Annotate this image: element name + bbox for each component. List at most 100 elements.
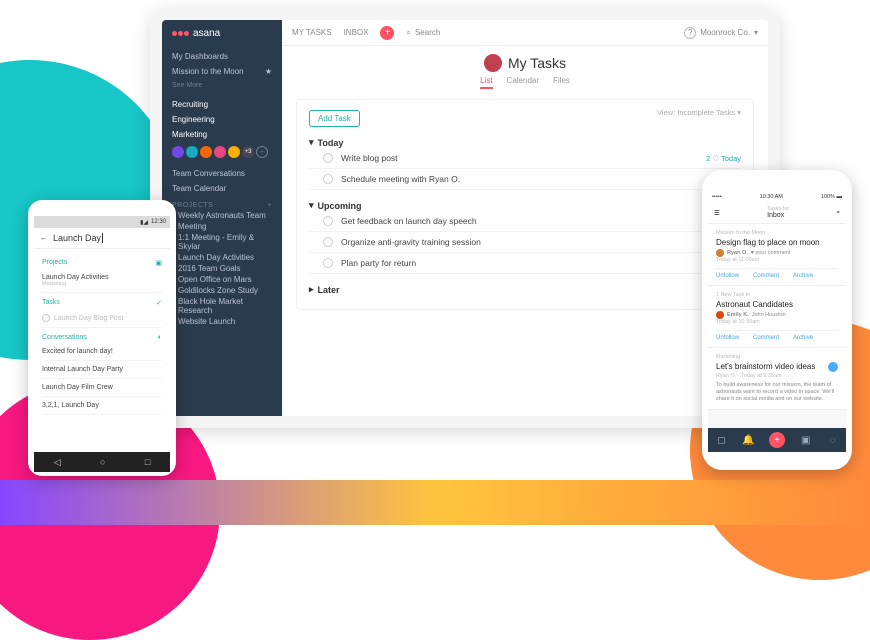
chat-icon: ◐ bbox=[158, 334, 162, 341]
sidebar-group-recruiting[interactable]: Recruiting bbox=[172, 97, 272, 112]
project-item[interactable]: Launch Day Activities bbox=[172, 253, 272, 262]
section-today[interactable]: ▾Today bbox=[309, 137, 741, 148]
favorite-label: Mission to the Moon bbox=[172, 67, 244, 76]
sidebar-see-more[interactable]: See More bbox=[172, 82, 272, 89]
tab-chat-icon[interactable]: ◌ bbox=[827, 434, 839, 446]
archive-link[interactable]: Archive bbox=[793, 273, 813, 279]
tab-notifications-icon[interactable]: 🔔 bbox=[742, 434, 754, 446]
project-item[interactable]: 2016 Team Goals bbox=[172, 264, 272, 273]
nav-inbox[interactable]: INBOX bbox=[344, 28, 369, 37]
android-nav-bar: ◁ ○ □ bbox=[34, 452, 170, 472]
task-name: Schedule meeting with Ryan O. bbox=[341, 174, 460, 184]
menu-icon[interactable]: ☰ bbox=[714, 209, 720, 217]
android-project-item[interactable]: Launch Day Activities Marketing bbox=[42, 269, 162, 293]
nav-my-tasks[interactable]: MY TASKS bbox=[292, 28, 332, 37]
unfollow-link[interactable]: Unfollow bbox=[716, 335, 739, 341]
android-search-bar: ← Launch Day bbox=[34, 228, 170, 249]
checkbox-icon[interactable] bbox=[323, 174, 333, 184]
unfollow-link[interactable]: Unfollow bbox=[716, 273, 739, 279]
project-item[interactable]: Weekly Astronauts Team bbox=[172, 211, 272, 220]
sidebar-group-marketing[interactable]: Marketing bbox=[172, 127, 272, 142]
tab-home-icon[interactable]: ◻ bbox=[715, 434, 727, 446]
project-item[interactable]: Black Hole Market Research bbox=[172, 297, 272, 315]
avatar bbox=[716, 311, 724, 319]
sidebar-projects-header: PROJECTS + bbox=[172, 202, 272, 209]
search-input[interactable]: Launch Day bbox=[53, 233, 103, 243]
project-item[interactable]: Meeting bbox=[172, 222, 272, 231]
project-item[interactable]: 1:1 Meeting - Emily & Skylar bbox=[172, 233, 272, 251]
tab-calendar[interactable]: Calendar bbox=[507, 76, 539, 89]
tab-files[interactable]: Files bbox=[553, 76, 570, 89]
caret-right-icon: ▸ bbox=[309, 284, 314, 295]
new-task-icon[interactable]: + bbox=[380, 26, 394, 40]
checkbox-icon bbox=[42, 314, 50, 322]
add-member-icon[interactable]: + bbox=[256, 146, 268, 158]
project-item[interactable]: Website Launch bbox=[172, 317, 272, 326]
project-item[interactable]: Goldilocks Zone Study bbox=[172, 286, 272, 295]
checkbox-icon[interactable] bbox=[323, 258, 333, 268]
battery: 100% ▬ bbox=[821, 194, 842, 200]
archive-link[interactable]: Archive bbox=[793, 335, 813, 341]
tab-add-icon[interactable]: + bbox=[769, 432, 785, 448]
android-frame: ▮◢ 12:30 ← Launch Day Projects▣ Launch D… bbox=[28, 200, 176, 476]
search-field[interactable]: ⌕ Search bbox=[406, 28, 672, 38]
search-icon[interactable]: ⌕ bbox=[836, 209, 840, 217]
android-convo-item[interactable]: Launch Day Film Crew bbox=[42, 379, 162, 397]
avatar bbox=[228, 146, 240, 158]
folder-icon: ▣ bbox=[155, 259, 162, 267]
logo-icon bbox=[172, 31, 189, 36]
brand-logo[interactable]: asana bbox=[172, 28, 272, 39]
android-task-item[interactable]: Launch Day Blog Post bbox=[42, 309, 162, 328]
android-home-icon[interactable]: ○ bbox=[100, 457, 105, 467]
section-later[interactable]: ▸Later bbox=[309, 284, 741, 295]
team-avatars[interactable]: +3 + bbox=[172, 146, 272, 158]
task-row[interactable]: Plan party for return 5 ♥ bbox=[309, 253, 741, 274]
top-bar: MY TASKS INBOX + ⌕ Search ? Moonrock Co.… bbox=[282, 20, 768, 46]
comment-link[interactable]: Comment bbox=[753, 273, 779, 279]
project-item[interactable]: Open Office on Mars bbox=[172, 275, 272, 284]
inbox-card[interactable]: 1 New Task in Astronaut Candidates Emily… bbox=[708, 286, 846, 348]
add-task-button[interactable]: Add Task bbox=[309, 110, 360, 127]
sidebar-team-conversations[interactable]: Team Conversations bbox=[172, 166, 272, 181]
android-recent-icon[interactable]: □ bbox=[145, 457, 150, 467]
task-meta: 2 ♡ Today bbox=[706, 154, 741, 163]
android-status-bar: ▮◢ 12:30 bbox=[34, 216, 170, 228]
sidebar-team-calendar[interactable]: Team Calendar bbox=[172, 181, 272, 196]
avatar bbox=[214, 146, 226, 158]
org-switcher[interactable]: ? Moonrock Co. ▾ bbox=[684, 27, 758, 39]
android-back-icon[interactable]: ◁ bbox=[54, 457, 61, 468]
help-icon[interactable]: ? bbox=[684, 27, 696, 39]
back-arrow-icon[interactable]: ← bbox=[40, 235, 47, 242]
android-convo-item[interactable]: 3,2,1, Launch Day bbox=[42, 397, 162, 415]
sidebar-group-engineering[interactable]: Engineering bbox=[172, 112, 272, 127]
task-row[interactable]: Schedule meeting with Ryan O. Tomorrow bbox=[309, 169, 741, 190]
task-row[interactable]: Organize anti-gravity training session F… bbox=[309, 232, 741, 253]
sidebar-my-dashboards[interactable]: My Dashboards bbox=[172, 49, 272, 64]
iphone-tab-bar: ◻ 🔔 + ▣ ◌ bbox=[708, 428, 846, 452]
inbox-card[interactable]: Marketing Let's brainstorm video ideas R… bbox=[708, 348, 846, 410]
user-avatar[interactable] bbox=[484, 54, 502, 72]
android-convo-item[interactable]: Internal Launch Day Party bbox=[42, 361, 162, 379]
task-row[interactable]: Get feedback on launch day speech bbox=[309, 211, 741, 232]
chevron-down-icon: ▾ bbox=[754, 28, 758, 37]
task-name: Write blog post bbox=[341, 153, 398, 163]
android-convo-item[interactable]: Excited for launch day! bbox=[42, 343, 162, 361]
checkbox-icon[interactable] bbox=[323, 153, 333, 163]
comment-link[interactable]: Comment bbox=[753, 335, 779, 341]
inbox-card[interactable]: Mission to the Moon Design flag to place… bbox=[708, 224, 846, 286]
search-icon: ⌕ bbox=[406, 28, 410, 38]
org-name: Moonrock Co. bbox=[700, 28, 750, 37]
signal-icon: ▮◢ bbox=[140, 219, 148, 226]
checkbox-icon[interactable] bbox=[323, 216, 333, 226]
iphone-inbox-list: Mission to the Moon Design flag to place… bbox=[708, 224, 846, 428]
tab-list[interactable]: List bbox=[480, 76, 492, 89]
android-section-tasks: Tasks✓ bbox=[42, 299, 162, 307]
task-row[interactable]: Write blog post 2 ♡ Today bbox=[309, 148, 741, 169]
iphone-status-bar: ••••• 10:30 AM 100% ▬ bbox=[708, 192, 846, 202]
sidebar-favorite-project[interactable]: Mission to the Moon ★ bbox=[172, 64, 272, 79]
view-options[interactable]: View: Incomplete Tasks ▾ bbox=[657, 108, 741, 117]
section-upcoming[interactable]: ▾Upcoming bbox=[309, 200, 741, 211]
add-project-icon[interactable]: + bbox=[267, 202, 272, 209]
checkbox-icon[interactable] bbox=[323, 237, 333, 247]
tab-projects-icon[interactable]: ▣ bbox=[800, 434, 812, 446]
